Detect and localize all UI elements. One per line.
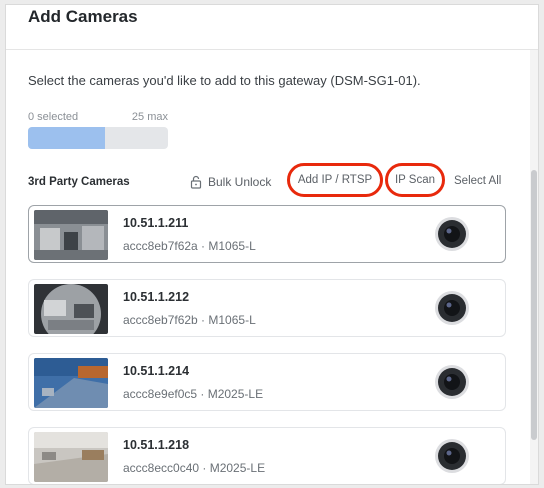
camera-lens-icon xyxy=(435,439,469,473)
camera-lens-icon xyxy=(435,291,469,325)
camera-thumbnail xyxy=(34,432,108,482)
camera-thumbnail xyxy=(34,358,108,408)
camera-card[interactable]: 10.51.1.212 accc8eb7f62b · M1065-L xyxy=(28,279,506,337)
ip-scan-button[interactable]: IP Scan xyxy=(385,163,445,197)
camera-card[interactable]: 10.51.1.218 accc8ecc0c40 · M2025-LE xyxy=(28,427,506,484)
camera-lens-icon xyxy=(435,365,469,399)
camera-meta: accc8ecc0c40 · M2025-LE xyxy=(123,461,266,475)
add-ip-rtsp-label: Add IP / RTSP xyxy=(297,174,373,186)
camera-card[interactable]: 10.51.1.214 accc8e9ef0c5 · M2025-LE xyxy=(28,353,506,411)
lock-icon xyxy=(190,175,202,189)
camera-lens-icon xyxy=(435,217,469,251)
ip-scan-label: IP Scan xyxy=(394,174,436,186)
selection-progress-bar xyxy=(28,127,168,149)
camera-meta: accc8e9ef0c5 · M2025-LE xyxy=(123,387,264,401)
camera-ip: 10.51.1.212 xyxy=(123,290,190,304)
camera-ip: 10.51.1.211 xyxy=(123,216,189,230)
camera-ip: 10.51.1.214 xyxy=(123,364,190,378)
dialog-title: Add Cameras xyxy=(28,7,138,26)
select-all-button[interactable]: Select All xyxy=(454,175,501,187)
bulk-unlock-label: Bulk Unlock xyxy=(208,175,272,189)
camera-thumbnail xyxy=(34,284,108,334)
max-count: 25 max xyxy=(131,111,168,123)
add-ip-rtsp-button[interactable]: Add IP / RTSP xyxy=(287,163,383,197)
camera-meta: accc8eb7f62a · M1065-L xyxy=(123,239,256,253)
selection-progress-fill xyxy=(28,127,105,149)
selected-count: 0 selected xyxy=(28,111,79,123)
camera-card[interactable]: 10.51.1.211 accc8eb7f62a · M1065-L xyxy=(28,205,506,263)
section-label: 3rd Party Cameras xyxy=(28,176,130,188)
camera-meta: accc8eb7f62b · M1065-L xyxy=(123,313,256,327)
intro-text: Select the cameras you'd like to add to … xyxy=(28,73,421,88)
list-scrollbar[interactable] xyxy=(530,50,538,484)
add-cameras-dialog: Add Cameras Select the cameras you'd lik… xyxy=(5,4,539,485)
dialog-header: Add Cameras xyxy=(6,5,538,50)
camera-ip: 10.51.1.218 xyxy=(123,438,190,452)
scrollbar-thumb[interactable] xyxy=(531,170,537,440)
bulk-unlock-button[interactable]: Bulk Unlock xyxy=(190,175,271,189)
camera-toolbar: 3rd Party Cameras Bulk Unlock Add IP / R… xyxy=(6,163,538,197)
camera-thumbnail xyxy=(34,210,108,260)
